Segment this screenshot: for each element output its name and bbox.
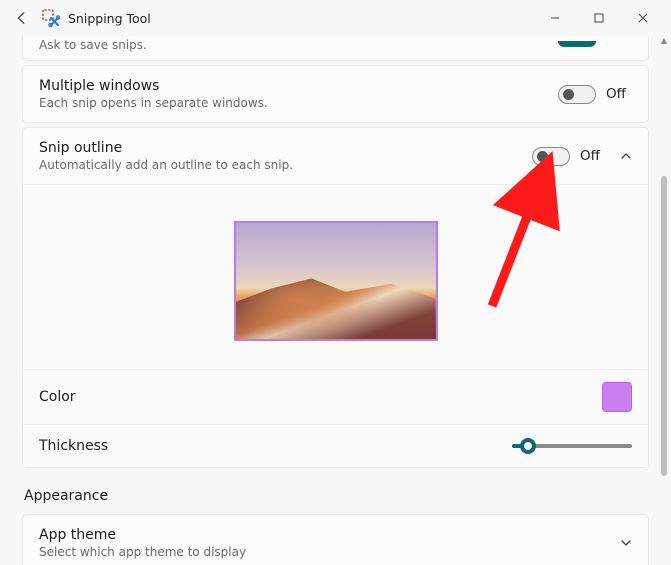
setting-snip-outline-header[interactable]: Snip outline Automatically add an outlin… <box>23 128 648 184</box>
setting-snip-outline-title: Snip outline <box>39 140 532 156</box>
minimize-button[interactable] <box>533 2 577 34</box>
app-window: Snipping Tool Ask to save snips. Multipl… <box>0 0 671 565</box>
toggle-multiple-windows-label: Off <box>606 86 632 102</box>
collapse-snip-outline[interactable] <box>620 147 632 166</box>
toggle-ask-save-partial[interactable] <box>558 41 596 47</box>
toggle-snip-outline[interactable] <box>532 147 570 166</box>
setting-ask-save[interactable]: Ask to save snips. <box>22 36 649 61</box>
section-header-appearance: Appearance <box>24 488 647 504</box>
arrow-left-icon <box>15 11 29 25</box>
app-icon <box>42 9 60 27</box>
window-controls <box>533 2 665 34</box>
outline-color-row[interactable]: Color <box>23 369 648 424</box>
maximize-button[interactable] <box>577 2 621 34</box>
setting-app-theme-row[interactable]: App theme Select which app theme to disp… <box>23 515 648 565</box>
toggle-snip-outline-label: Off <box>580 148 606 164</box>
outline-thickness-slider[interactable] <box>512 437 632 455</box>
app-title: Snipping Tool <box>68 11 151 26</box>
minimize-icon <box>550 13 560 23</box>
setting-ask-save-subtitle: Ask to save snips. <box>39 38 558 52</box>
app-theme-title: App theme <box>39 527 620 543</box>
back-button[interactable] <box>6 2 38 34</box>
setting-multiple-windows: Multiple windows Each snip opens in sepa… <box>22 65 649 123</box>
vertical-scrollbar[interactable]: ▲ <box>661 36 667 559</box>
setting-app-theme: App theme Select which app theme to disp… <box>22 514 649 565</box>
setting-multiple-windows-subtitle: Each snip opens in separate windows. <box>39 96 558 110</box>
maximize-icon <box>594 13 604 23</box>
close-icon <box>638 13 648 23</box>
scrollbar-up-icon: ▲ <box>661 36 667 45</box>
outline-thickness-row: Thickness <box>23 424 648 467</box>
expand-app-theme[interactable] <box>620 534 632 553</box>
setting-multiple-windows-title: Multiple windows <box>39 78 558 94</box>
outline-preview-area <box>23 184 648 369</box>
setting-multiple-windows-row[interactable]: Multiple windows Each snip opens in sepa… <box>23 66 648 122</box>
toggle-multiple-windows[interactable] <box>558 85 596 104</box>
outline-color-label: Color <box>39 389 602 405</box>
chevron-down-icon <box>620 537 632 549</box>
setting-snip-outline: Snip outline Automatically add an outlin… <box>22 127 649 468</box>
scrollbar-thumb[interactable] <box>661 176 667 476</box>
close-button[interactable] <box>621 2 665 34</box>
setting-snip-outline-subtitle: Automatically add an outline to each sni… <box>39 158 532 172</box>
outline-thickness-label: Thickness <box>39 438 512 454</box>
titlebar: Snipping Tool <box>0 0 671 36</box>
settings-content: Ask to save snips. Multiple windows Each… <box>0 36 671 565</box>
slider-thumb[interactable] <box>520 438 536 454</box>
app-theme-subtitle: Select which app theme to display <box>39 545 620 559</box>
outline-preview-image <box>234 221 438 341</box>
chevron-up-icon <box>620 150 632 162</box>
outline-color-swatch[interactable] <box>602 382 632 412</box>
